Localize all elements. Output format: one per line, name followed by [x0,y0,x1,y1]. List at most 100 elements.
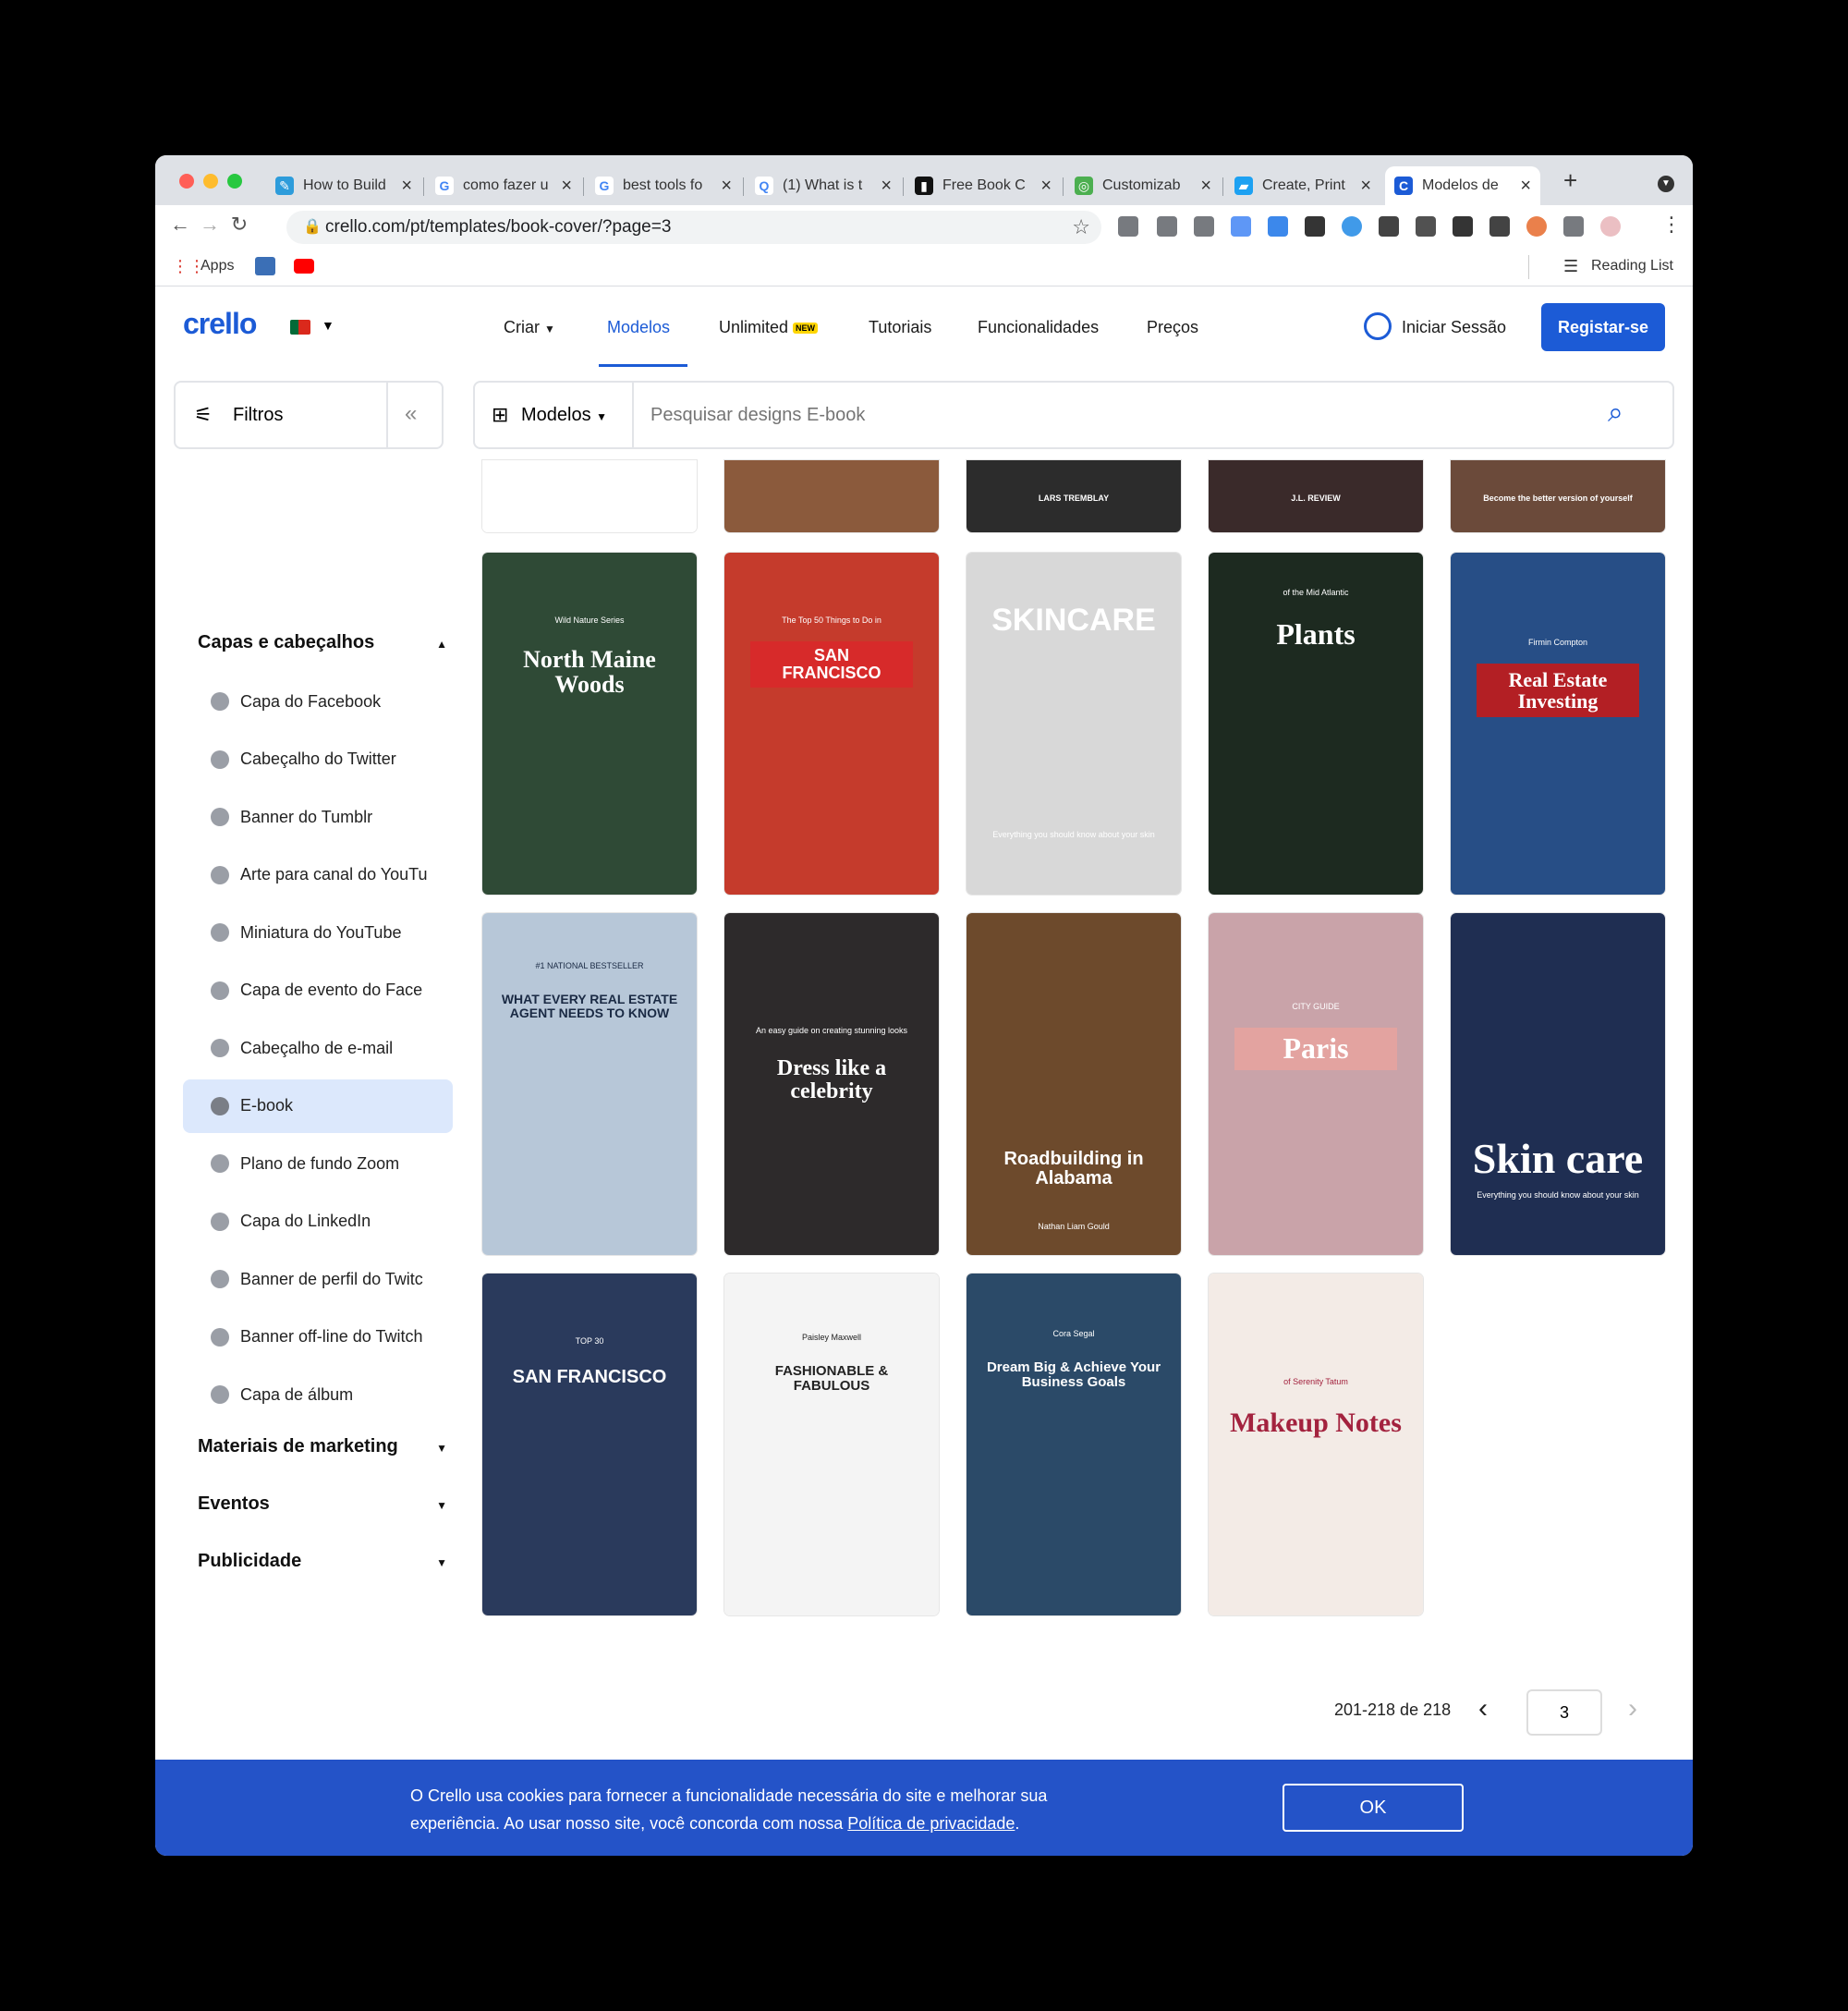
sidebar-item-plano-de-fundo-zoom[interactable]: Plano de fundo Zoom [183,1137,453,1190]
template-card[interactable]: LARS TREMBLAY [967,460,1181,532]
close-tab-icon[interactable]: × [1040,176,1052,197]
browser-tab[interactable]: ✎ How to Build × [266,166,421,205]
close-tab-icon[interactable]: × [1360,176,1371,197]
tab-search-icon[interactable]: ▼ [1658,176,1674,192]
sidebar-item-capa-de-lbum[interactable]: Capa de álbum [183,1368,453,1421]
flag-portugal-icon[interactable] [290,320,310,335]
extension-camera-icon[interactable] [1305,216,1325,237]
sidebar-item-miniatura-do-youtube[interactable]: Miniatura do YouTube [183,906,453,959]
close-tab-icon[interactable]: × [881,176,892,197]
close-tab-icon[interactable]: × [721,176,732,197]
bookmark-star-icon[interactable]: ☆ [1072,211,1090,244]
chevron-down-icon[interactable]: ▼ [322,318,334,333]
bookmark-icon[interactable] [255,257,275,275]
new-tab-button[interactable]: + [1563,166,1577,195]
minimize-window-button[interactable] [203,174,218,189]
extension-md-icon[interactable] [1453,216,1473,237]
sidebar-section-publicidade[interactable]: Publicidade ▼ [198,1551,447,1572]
sidebar-item-arte-para-canal-do-youtu[interactable]: Arte para canal do YouTu [183,848,453,902]
crello-logo[interactable]: crello [183,307,257,341]
browser-tab[interactable]: ▮ Free Book C × [906,166,1061,205]
template-card[interactable]: Dress like a celebrity An easy guide on c… [724,913,939,1255]
youtube-icon[interactable] [294,259,314,274]
template-card[interactable]: SKINCARE Everything you should know about… [967,553,1181,895]
forward-icon[interactable]: → [196,213,224,237]
cookie-ok-button[interactable]: OK [1283,1784,1464,1832]
sidebar-section-eventos[interactable]: Eventos ▼ [198,1493,447,1515]
close-tab-icon[interactable]: × [561,176,572,197]
sidebar-item-banner-off-line-do-twitch[interactable]: Banner off-line do Twitch [183,1310,453,1364]
template-card[interactable]: SAN FRANCISCO TOP 30 [482,1274,697,1615]
browser-tab[interactable]: ◎ Customizab × [1065,166,1221,205]
sidebar-item-capa-do-linkedin[interactable]: Capa do LinkedIn [183,1195,453,1249]
template-card[interactable]: J.L. REVIEW [1209,460,1423,532]
extension-icon[interactable] [1194,216,1214,237]
template-card[interactable] [724,460,939,532]
sidebar-item-e-book[interactable]: E-book [183,1079,453,1133]
browser-tab[interactable]: C Modelos de × [1385,166,1540,205]
browser-tab[interactable]: Q (1) What is t × [746,166,901,205]
reload-icon[interactable]: ↻ [225,213,253,237]
sidebar-item-capa-do-facebook[interactable]: Capa do Facebook [183,675,453,728]
template-card[interactable]: Become the better version of yourself [1451,460,1665,532]
sidebar-item-banner-de-perfil-do-twitc[interactable]: Banner de perfil do Twitc [183,1252,453,1306]
address-bar[interactable]: 🔒 crello.com/pt/templates/book-cover/?pa… [286,211,1101,244]
extension-icon[interactable] [1342,216,1362,237]
sidebar-section-capas[interactable]: Capas e cabeçalhos ▲ [198,632,447,653]
nav-tutoriais[interactable]: Tutoriais [869,318,931,337]
sidebar-item-capa-de-evento-do-face[interactable]: Capa de evento do Face [183,964,453,1018]
search-icon[interactable]: ⌕ [1608,397,1623,429]
register-button[interactable]: Registar-se [1541,303,1665,351]
next-page-icon[interactable]: › [1628,1693,1637,1725]
close-tab-icon[interactable]: × [401,176,412,197]
zoom-window-button[interactable] [227,174,242,189]
nav-modelos[interactable]: Modelos [607,318,670,337]
user-icon[interactable] [1364,312,1392,340]
template-card[interactable]: WHAT EVERY REAL ESTATE AGENT NEEDS TO KN… [482,913,697,1255]
nav-funcionalidades[interactable]: Funcionalidades [978,318,1099,337]
extension-qr-icon[interactable] [1489,216,1510,237]
search-input[interactable] [650,396,1574,434]
template-card[interactable]: SAN FRANCISCO The Top 50 Things to Do in [724,553,939,895]
template-card[interactable]: Real Estate Investing Firmin Compton [1451,553,1665,895]
close-tab-icon[interactable]: × [1200,176,1211,197]
browser-tab[interactable]: ▰ Create, Print × [1225,166,1380,205]
page-number-input[interactable]: 3 [1526,1689,1602,1736]
nav-precos[interactable]: Preços [1147,318,1198,337]
extension-cloud-icon[interactable] [1118,216,1138,237]
template-card[interactable]: Skin care Everything you should know abou… [1451,913,1665,1255]
template-card[interactable] [482,460,697,532]
nav-criar[interactable]: Criar ▼ [504,318,555,337]
template-card[interactable]: FASHIONABLE & FABULOUS Paisley Maxwell [724,1274,939,1615]
type-dropdown[interactable]: Modelos ▼ [521,405,607,426]
extension-icon[interactable] [1157,216,1177,237]
template-card[interactable]: Paris CITY GUIDE [1209,913,1423,1255]
profile-avatar[interactable] [1600,216,1621,237]
template-card[interactable]: Plants of the Mid Atlantic [1209,553,1423,895]
extensions-puzzle-icon[interactable] [1563,216,1584,237]
bookmark-apps[interactable]: Apps [201,258,234,274]
browser-menu-icon[interactable]: ⋮ [1661,213,1682,237]
back-icon[interactable]: ← [166,213,194,237]
reading-list[interactable]: Reading List [1591,258,1673,274]
sidebar-section-marketing[interactable]: Materiais de marketing ▼ [198,1436,447,1457]
prev-page-icon[interactable]: ‹ [1478,1693,1488,1725]
close-tab-icon[interactable]: × [1520,176,1531,197]
extension-badge-icon[interactable] [1526,216,1547,237]
extension-lt-icon[interactable] [1379,216,1399,237]
login-link[interactable]: Iniciar Sessão [1402,318,1506,337]
privacy-policy-link[interactable]: Política de privacidade [847,1814,1015,1833]
close-window-button[interactable] [179,174,194,189]
extension-icon[interactable] [1231,216,1251,237]
sidebar-item-cabe-alho-do-twitter[interactable]: Cabeçalho do Twitter [183,733,453,786]
nav-unlimited[interactable]: Unlimited NEW [719,318,819,337]
template-card[interactable]: Roadbuilding in Alabama Nathan Liam Gould [967,913,1181,1255]
browser-tab[interactable]: Gbest tools fo × [586,166,741,205]
extension-icon[interactable] [1416,216,1436,237]
template-card[interactable]: Makeup Notes of Serenity Tatum [1209,1274,1423,1615]
extension-download-icon[interactable] [1268,216,1288,237]
sidebar-item-cabe-alho-de-e-mail[interactable]: Cabeçalho de e-mail [183,1021,453,1075]
sidebar-item-banner-do-tumblr[interactable]: Banner do Tumblr [183,790,453,844]
browser-tab[interactable]: Gcomo fazer u × [426,166,581,205]
template-card[interactable]: North Maine Woods Wild Nature Series [482,553,697,895]
